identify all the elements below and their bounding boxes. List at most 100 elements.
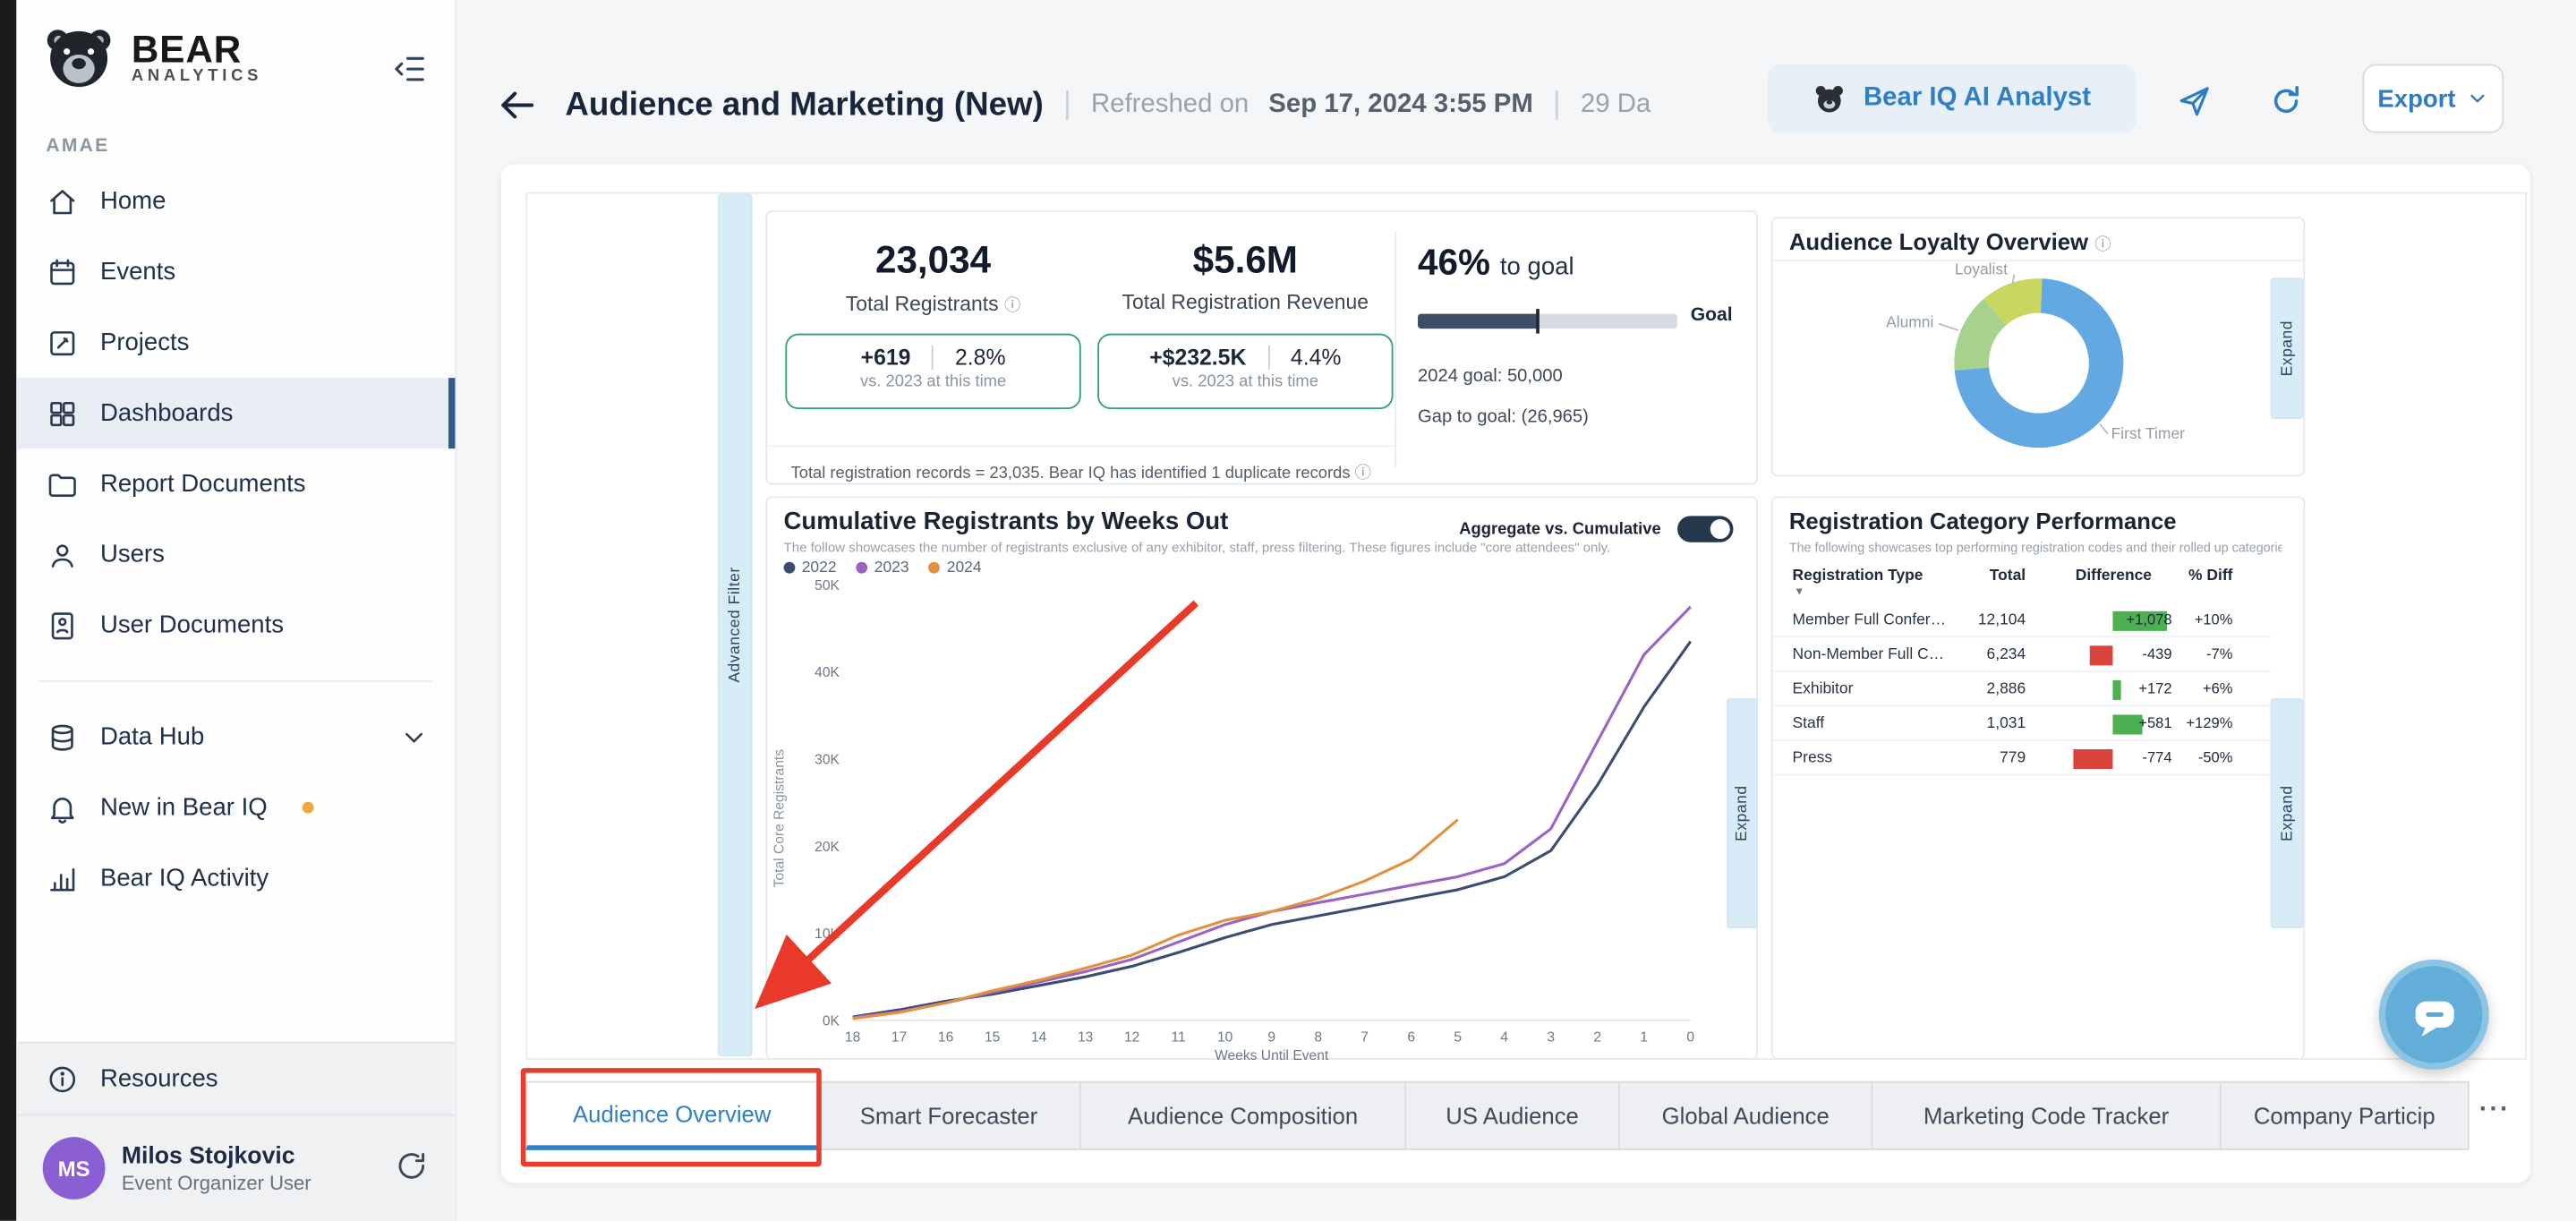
cumulative-line-chart	[767, 498, 1760, 1062]
table-row: Exhibitor 2,886 +172 +6%	[1773, 672, 2271, 707]
app-root: BEAR ANALYTICS AMAE Home Events Projects	[0, 0, 2576, 1221]
table-row: Non-Member Full Conferen... 6,234 -439 -…	[1773, 637, 2271, 672]
tab-global-audience[interactable]: Global Audience	[1620, 1081, 1873, 1150]
goal-progress-marker	[1536, 309, 1540, 334]
left-edge-strip	[0, 0, 16, 1221]
column-header-pct-diff[interactable]: % Diff	[2177, 567, 2232, 585]
tab-marketing-code-tracker[interactable]: Marketing Code Tracker	[1872, 1081, 2221, 1150]
registrants-delta: +619	[861, 345, 911, 370]
brand-subname: ANALYTICS	[132, 67, 262, 85]
chevron-down-icon[interactable]	[399, 722, 429, 752]
goal-progress-fill	[1418, 314, 1537, 329]
refresh-icon[interactable]	[2257, 73, 2313, 128]
sidebar-item-events[interactable]: Events	[16, 236, 455, 307]
users-icon	[46, 538, 79, 571]
chevron-down-icon	[2466, 87, 2489, 110]
bear-iq-ai-analyst-button[interactable]: Bear IQ AI Analyst	[1768, 64, 2136, 133]
duplicate-records-note: Total registration records = 23,035. Bea…	[767, 445, 1395, 482]
send-icon[interactable]	[2165, 73, 2221, 128]
brand-name: BEAR	[132, 31, 262, 67]
sidebar: BEAR ANALYTICS AMAE Home Events Projects	[16, 0, 456, 1221]
back-arrow-icon[interactable]	[496, 84, 539, 127]
loyalty-donut-chart	[1773, 218, 2307, 478]
tab-us-audience[interactable]: US Audience	[1406, 1081, 1620, 1150]
goal-bar-label: Goal	[1691, 305, 1733, 325]
x-axis-label: Weeks Until Event	[853, 1046, 1691, 1063]
goal-percent: 46%	[1418, 242, 1490, 283]
sidebar-item-projects[interactable]: Projects	[16, 307, 455, 378]
divider	[39, 680, 432, 682]
avatar: MS	[43, 1137, 106, 1200]
registrants-delta-box: +619 2.8% vs. 2023 at this time	[785, 334, 1080, 409]
refreshed-timestamp: Sep 17, 2024 3:55 PM	[1268, 90, 1532, 120]
tab-audience-overview[interactable]: Audience Overview	[525, 1081, 818, 1150]
expand-cumulative-button[interactable]: Expand	[1727, 698, 1758, 928]
advanced-filter-handle[interactable]: Advanced Filter	[718, 194, 753, 1057]
folder-icon	[46, 467, 79, 500]
sidebar-item-data-hub[interactable]: Data Hub	[16, 702, 455, 773]
chat-bubble-icon	[2408, 988, 2461, 1041]
dashboards-icon	[46, 397, 79, 430]
separator: |	[1063, 87, 1071, 123]
sort-desc-icon[interactable]: ▼	[1794, 586, 1804, 598]
sidebar-item-home[interactable]: Home	[16, 166, 455, 236]
brand-logo-row: BEAR ANALYTICS	[16, 0, 455, 104]
separator: |	[1553, 87, 1561, 123]
page-title: Audience and Marketing (New)	[565, 86, 1043, 124]
difference-bar-cell: -774	[2052, 746, 2176, 771]
info-icon[interactable]: ⓘ	[1355, 465, 1371, 482]
info-icon	[46, 1063, 79, 1096]
total-registrants-label: Total Registrants ⓘ	[780, 291, 1086, 316]
tab-audience-composition[interactable]: Audience Composition	[1081, 1081, 1406, 1150]
sidebar-item-dashboards[interactable]: Dashboards	[16, 378, 455, 448]
table-row: Member Full Conference 12,104 +1,078 +10…	[1773, 603, 2271, 638]
user-profile[interactable]: MS Milos Stojkovic Event Organizer User	[16, 1114, 455, 1220]
tab-smart-forecaster[interactable]: Smart Forecaster	[818, 1081, 1081, 1150]
difference-bar	[2112, 679, 2121, 699]
org-label: AMAE	[46, 136, 455, 156]
user-name: Milos Stojkovic	[122, 1142, 311, 1172]
goal-progress-bar	[1418, 314, 1677, 329]
new-badge-dot	[302, 802, 313, 814]
projects-icon	[46, 326, 79, 359]
registrants-delta-caption: vs. 2023 at this time	[787, 373, 1079, 391]
sidebar-collapse-icon[interactable]	[389, 49, 432, 92]
registration-performance-panel: Registration Category Performance The fo…	[1771, 496, 2306, 1060]
bear-logo-icon	[43, 26, 115, 90]
donut-label-first-timer: First Timer	[2111, 425, 2213, 443]
expand-loyalty-button[interactable]: Expand	[2271, 278, 2304, 419]
refreshed-label: Refreshed on	[1091, 90, 1249, 120]
logout-icon[interactable]	[395, 1148, 430, 1188]
sidebar-item-user-documents[interactable]: User Documents	[16, 590, 455, 661]
calendar-icon	[46, 255, 79, 288]
revenue-delta-pct: 4.4%	[1291, 345, 1341, 370]
info-icon[interactable]: ⓘ	[1004, 297, 1020, 315]
column-header-registration-type[interactable]: Registration Type	[1793, 567, 1923, 585]
expand-registration-button[interactable]: Expand	[2271, 698, 2304, 928]
kpi-panel: 23,034 Total Registrants ⓘ +619 2.8% vs.…	[765, 210, 1758, 485]
goal-headline: 46%to goal	[1418, 242, 1574, 285]
total-revenue-value: $5.6M	[1093, 238, 1398, 283]
column-header-difference[interactable]: Difference	[2052, 567, 2176, 585]
more-tabs-button[interactable]: ···	[2469, 1094, 2521, 1127]
main-area: Audience and Marketing (New) | Refreshed…	[456, 0, 2576, 1221]
difference-bar	[2090, 645, 2112, 664]
total-revenue-label: Total Registration Revenue	[1093, 291, 1398, 314]
chat-widget-button[interactable]	[2379, 960, 2489, 1070]
sidebar-item-users[interactable]: Users	[16, 519, 455, 590]
sidebar-item-bear-iq-activity[interactable]: Bear IQ Activity	[16, 843, 455, 914]
donut-label-alumni: Alumni	[1855, 314, 1933, 332]
sidebar-item-resources[interactable]: Resources	[16, 1044, 455, 1114]
sidebar-item-report-documents[interactable]: Report Documents	[16, 448, 455, 519]
data-hub-icon	[46, 721, 79, 754]
export-button[interactable]: Export	[2362, 64, 2503, 133]
column-header-total[interactable]: Total	[1950, 567, 2026, 585]
sidebar-item-new-in-bear-iq[interactable]: New in Bear IQ	[16, 773, 455, 843]
tab-company-participation[interactable]: Company Particip	[2222, 1081, 2469, 1150]
bear-mini-icon	[1813, 81, 1847, 116]
divider	[932, 345, 934, 370]
goal-target-line: 2024 goal: 50,000	[1418, 366, 1563, 386]
difference-bar-cell: +581	[2052, 712, 2176, 737]
cumulative-registrants-panel: Cumulative Registrants by Weeks Out The …	[765, 496, 1758, 1060]
activity-chart-icon	[46, 862, 79, 895]
